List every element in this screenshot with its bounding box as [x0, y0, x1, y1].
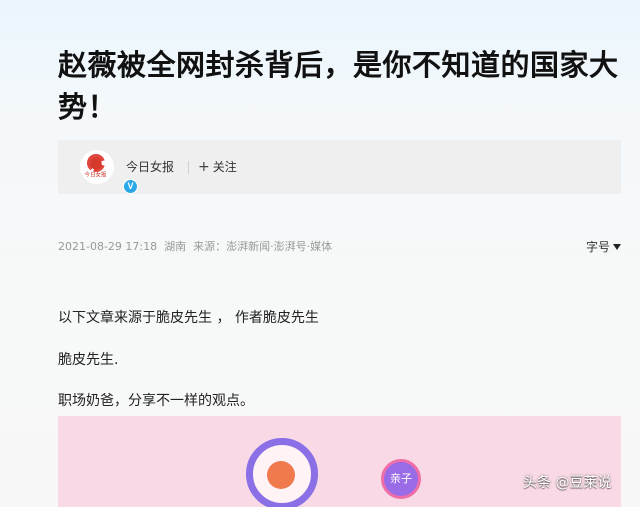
- article-source: 来源：澎湃新闻·澎湃号·媒体: [193, 240, 333, 253]
- article-meta: 2021-08-29 17:18 湖南 来源：澎湃新闻·澎湃号·媒体: [58, 240, 621, 254]
- publish-location: 湖南: [164, 240, 187, 253]
- tag-badge: 亲子: [381, 459, 421, 499]
- font-size-dropdown[interactable]: 字号: [586, 239, 621, 255]
- paragraph-author: 脆皮先生.: [58, 352, 119, 368]
- paragraph-intro: 职场奶爸，分享不一样的观点。: [58, 393, 254, 409]
- follow-label: 关注: [212, 160, 237, 174]
- font-size-label: 字号: [585, 240, 610, 254]
- article-title: 赵薇被全网封杀背后，是你不知道的国家大势！: [58, 48, 619, 124]
- author-card: 今日女报 V 今日女报 + 关注: [58, 140, 621, 194]
- follow-button[interactable]: + 关注: [198, 158, 237, 176]
- dot-graphic: [267, 461, 295, 489]
- caret-down-icon: [613, 244, 621, 250]
- verified-badge-icon: V: [123, 179, 138, 194]
- author-name[interactable]: 今日女报: [126, 159, 174, 175]
- paragraph-source: 以下文章来源于脆皮先生 ， 作者脆皮先生: [58, 310, 319, 326]
- article-image: 亲子: [58, 416, 621, 507]
- divider: [188, 161, 189, 174]
- avatar[interactable]: 今日女报 V: [80, 150, 138, 194]
- avatar-text: 今日女报: [84, 172, 107, 179]
- plus-icon: +: [198, 159, 210, 175]
- publish-datetime: 2021-08-29 17:18: [58, 240, 158, 253]
- watermark: 头条 @豆莱说: [523, 475, 612, 491]
- logo-icon: [87, 154, 105, 172]
